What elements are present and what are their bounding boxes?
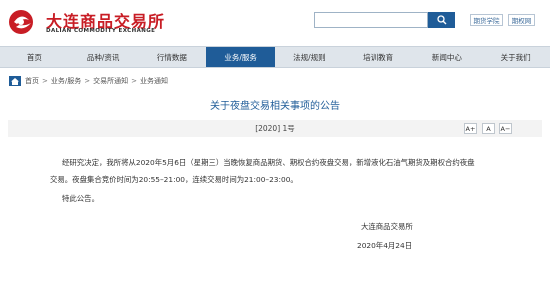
breadcrumb-separator: > <box>131 77 137 85</box>
logo-english-name: DALIAN COMMODITY EXCHANGE <box>46 28 156 34</box>
breadcrumb-exchange-notices[interactable]: 交易所通知 <box>93 76 128 86</box>
nav-item-about-us[interactable]: 关于我们 <box>481 47 550 67</box>
nav-item-news-center[interactable]: 新闻中心 <box>413 47 482 67</box>
breadcrumb-business-services[interactable]: 业务/服务 <box>51 76 81 86</box>
home-icon <box>9 76 21 86</box>
signature-issuer: 大连商品交易所 <box>361 222 413 231</box>
font-decrease-button[interactable]: A− <box>499 123 512 134</box>
exchange-logo-icon[interactable] <box>7 8 43 36</box>
signature-date: 2020年4月24日 <box>357 241 413 250</box>
document-number: [2020] 1号 <box>255 124 295 133</box>
nav-item-market-data[interactable]: 行情数据 <box>138 47 207 67</box>
font-reset-button[interactable]: A <box>482 123 495 134</box>
search-button[interactable] <box>428 12 455 28</box>
search-icon <box>436 15 446 25</box>
breadcrumb-separator: > <box>84 77 91 85</box>
futures-academy-link[interactable]: 期货学院 <box>470 14 503 26</box>
article-paragraph-1: 经研究决定，我所将从2020年5月6日（星期三）当晚恢复商品期货、期权合约夜盘交… <box>62 158 475 167</box>
font-increase-button[interactable]: A+ <box>464 123 477 134</box>
site-header: 大连商品交易所 DALIAN COMMODITY EXCHANGE 期货学院 期… <box>0 0 550 44</box>
nav-item-regulations[interactable]: 法规/规则 <box>275 47 344 67</box>
article-paragraph-3: 特此公告。 <box>62 194 99 203</box>
nav-item-home[interactable]: 首页 <box>0 47 69 67</box>
breadcrumb-home[interactable]: 首页 <box>25 76 39 86</box>
main-nav: 首页 品种/资讯 行情数据 业务/服务 法规/规则 培训教育 新闻中心 关于我们 <box>0 46 550 68</box>
nav-item-business-services[interactable]: 业务/服务 <box>206 47 275 67</box>
breadcrumb-separator: > <box>42 77 48 85</box>
document-info-bar: [2020] 1号 A+ A A− <box>8 120 542 137</box>
article-paragraph-2: 交易。夜盘集合竞价时间为20:55–21:00，连续交易时间为21:00–23:… <box>50 175 298 184</box>
nav-item-products-news[interactable]: 品种/资讯 <box>69 47 138 67</box>
search-input[interactable] <box>314 12 428 28</box>
nav-item-training[interactable]: 培训教育 <box>344 47 413 67</box>
breadcrumb: 首页 > 业务/服务 > 交易所通知 > 业务通知 <box>9 74 168 88</box>
breadcrumb-business-notices[interactable]: 业务通知 <box>140 76 168 86</box>
page-title: 关于夜盘交易相关事项的公告 <box>210 101 340 112</box>
options-site-link[interactable]: 期权网 <box>508 14 535 26</box>
